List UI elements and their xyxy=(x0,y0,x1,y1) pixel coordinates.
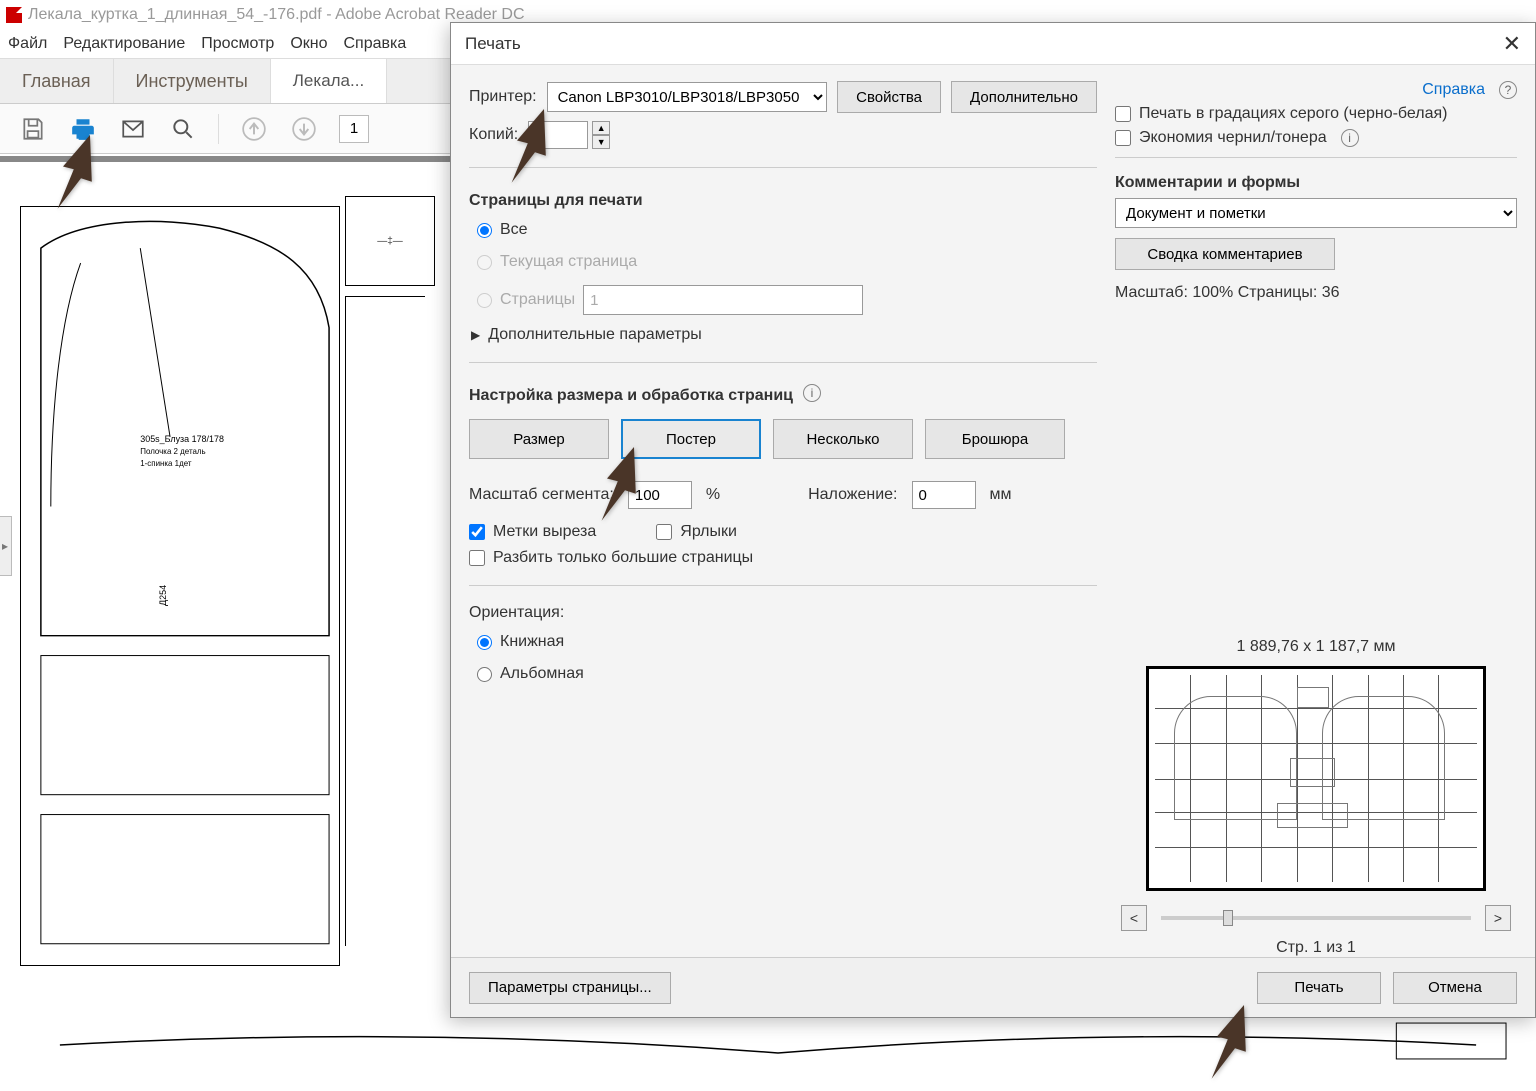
summarize-button[interactable]: Сводка комментариев xyxy=(1115,238,1335,270)
print-icon[interactable] xyxy=(68,114,98,144)
page-setup-button[interactable]: Параметры страницы... xyxy=(469,972,671,1004)
spin-down-icon[interactable]: ▼ xyxy=(592,135,610,149)
radio-portrait[interactable]: Книжная xyxy=(469,630,1097,654)
page-up-icon[interactable] xyxy=(239,114,269,144)
menu-view[interactable]: Просмотр xyxy=(201,35,274,53)
page-number-input[interactable] xyxy=(339,115,369,143)
copies-input[interactable] xyxy=(528,121,588,149)
advanced-button[interactable]: Дополнительно xyxy=(951,81,1097,113)
svg-text:Полочка 2 деталь: Полочка 2 деталь xyxy=(140,447,205,456)
save-icon[interactable] xyxy=(18,114,48,144)
pages-input xyxy=(583,285,863,315)
save-ink-checkbox[interactable]: Экономия чернил/тонера xyxy=(1115,129,1327,147)
overlap-label: Наложение: xyxy=(808,486,897,504)
spin-up-icon[interactable]: ▲ xyxy=(592,121,610,135)
comments-section-title: Комментарии и формы xyxy=(1115,174,1517,192)
cut-marks-checkbox[interactable]: Метки выреза xyxy=(469,523,596,541)
help-link[interactable]: Справка xyxy=(1422,81,1485,99)
radio-all[interactable]: Все xyxy=(469,218,1097,242)
menu-help[interactable]: Справка xyxy=(344,35,407,53)
mm-label: мм xyxy=(990,486,1012,504)
radio-current[interactable]: Текущая страница xyxy=(469,250,1097,274)
mode-size-button[interactable]: Размер xyxy=(469,419,609,459)
close-icon[interactable]: ✕ xyxy=(1503,31,1521,57)
nav-next-button[interactable]: > xyxy=(1485,905,1511,931)
page-down-icon[interactable] xyxy=(289,114,319,144)
pdf-icon xyxy=(6,7,22,23)
svg-text:1-спинка 1дет: 1-спинка 1дет xyxy=(140,459,192,468)
orientation-label: Ориентация: xyxy=(469,604,1097,622)
tile-scale-label: Масштаб сегмента: xyxy=(469,486,614,504)
divider xyxy=(218,114,219,144)
search-icon[interactable] xyxy=(168,114,198,144)
info-icon[interactable]: i xyxy=(1341,129,1359,147)
expand-handle-icon[interactable]: ▸ xyxy=(0,516,12,576)
preview-nav: < > xyxy=(1115,905,1517,931)
only-large-checkbox[interactable]: Разбить только большие страницы xyxy=(469,549,1097,567)
info-icon[interactable]: i xyxy=(803,384,821,402)
percent-label: % xyxy=(706,486,720,504)
svg-text:305s_Блуза 178/178: 305s_Блуза 178/178 xyxy=(140,434,224,444)
mode-booklet-button[interactable]: Брошюра xyxy=(925,419,1065,459)
bottom-page-strip xyxy=(20,1015,1516,1065)
printer-select[interactable]: Canon LBP3010/LBP3018/LBP3050 xyxy=(547,82,828,112)
overlap-input[interactable] xyxy=(912,481,976,509)
menu-edit[interactable]: Редактирование xyxy=(63,35,185,53)
tab-document[interactable]: Лекала... xyxy=(271,59,387,103)
mode-poster-button[interactable]: Постер xyxy=(621,419,761,459)
svg-text:Д254: Д254 xyxy=(158,585,168,606)
help-info-icon[interactable]: ? xyxy=(1499,81,1517,99)
print-button[interactable]: Печать xyxy=(1257,972,1381,1004)
copies-spinner[interactable]: ▲▼ xyxy=(528,121,610,149)
pattern-preview: 305s_Блуза 178/178 Полочка 2 деталь 1-сп… xyxy=(20,206,340,966)
pattern-strip xyxy=(345,296,425,946)
mail-icon[interactable] xyxy=(118,114,148,144)
menu-file[interactable]: Файл xyxy=(8,35,47,53)
properties-button[interactable]: Свойства xyxy=(837,81,941,113)
dialog-title: Печать xyxy=(465,34,521,54)
zoom-slider[interactable] xyxy=(1161,916,1471,920)
preview-dims: 1 889,76 x 1 187,7 мм xyxy=(1115,638,1517,656)
print-dialog: Печать ✕ Принтер: Canon LBP3010/LBP3018/… xyxy=(450,22,1536,1018)
menu-window[interactable]: Окно xyxy=(290,35,327,53)
size-section-title: Настройка размера и обработка страниц xyxy=(469,387,793,405)
dialog-titlebar: Печать ✕ xyxy=(451,23,1535,65)
pattern-thumb: —‡— xyxy=(345,196,435,286)
mode-multiple-button[interactable]: Несколько xyxy=(773,419,913,459)
nav-prev-button[interactable]: < xyxy=(1121,905,1147,931)
comments-select[interactable]: Документ и пометки xyxy=(1115,198,1517,228)
scale-info: Масштаб: 100% Страницы: 36 xyxy=(1115,284,1517,302)
grayscale-checkbox[interactable]: Печать в градациях серого (черно-белая) xyxy=(1115,105,1517,123)
tile-scale-input[interactable] xyxy=(628,481,692,509)
tab-tools[interactable]: Инструменты xyxy=(114,59,271,103)
printer-label: Принтер: xyxy=(469,88,537,106)
page-counter: Стр. 1 из 1 xyxy=(1115,939,1517,957)
pages-section-title: Страницы для печати xyxy=(469,192,1097,210)
more-params-disclosure[interactable]: ▶Дополнительные параметры xyxy=(469,326,1097,344)
radio-landscape[interactable]: Альбомная xyxy=(469,662,1097,686)
tab-home[interactable]: Главная xyxy=(0,59,114,103)
cancel-button[interactable]: Отмена xyxy=(1393,972,1517,1004)
labels-checkbox[interactable]: Ярлыки xyxy=(656,523,737,541)
copies-label: Копий: xyxy=(469,126,518,144)
radio-pages[interactable]: Страницы xyxy=(469,282,1097,318)
print-preview xyxy=(1146,666,1486,891)
